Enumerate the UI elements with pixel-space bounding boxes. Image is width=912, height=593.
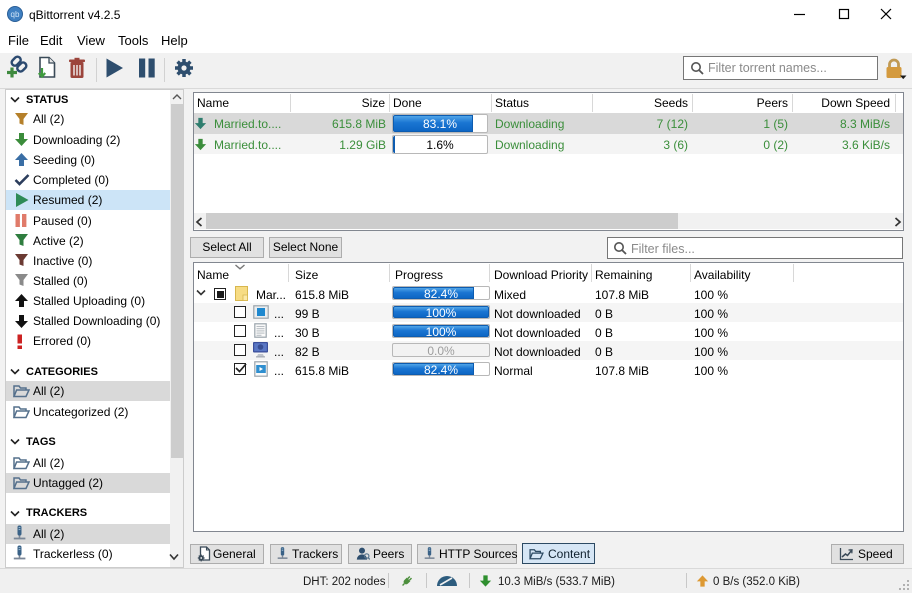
svg-text:qb: qb bbox=[11, 10, 20, 19]
